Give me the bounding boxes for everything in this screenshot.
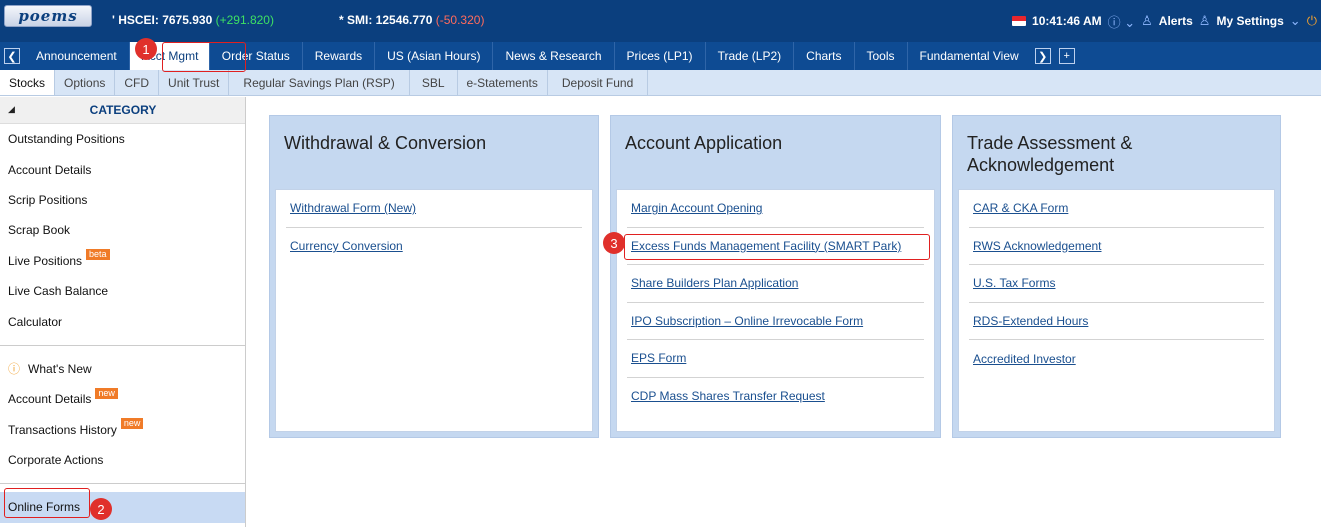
sidebar-item-label: Transactions History xyxy=(8,422,117,437)
ticker-hscei: ' HSCEI: 7675.930 (+291.820) xyxy=(112,13,274,27)
sidebar-item-account-details[interactable]: Account Details xyxy=(0,154,245,184)
ticker-change: (-50.320) xyxy=(435,13,485,27)
sidebar-item-outstanding-positions[interactable]: Outstanding Positions xyxy=(0,124,245,154)
tab-sbl[interactable]: SBL xyxy=(410,70,458,95)
tab-stocks[interactable]: Stocks xyxy=(0,70,56,95)
tab-cfd[interactable]: CFD xyxy=(115,70,160,95)
ticker-label: ' HSCEI: 7675.930 xyxy=(112,13,213,27)
step-2-marker: 2 xyxy=(90,498,112,520)
ticker-label: * SMI: 12546.770 xyxy=(339,13,433,27)
sidebar-item-scrap-book[interactable]: Scrap Book xyxy=(0,215,245,245)
singapore-flag-icon xyxy=(1012,16,1027,26)
sidebar-item-live-positions[interactable]: Live Positions beta xyxy=(0,246,245,276)
sidebar-item-scrip-positions[interactable]: Scrip Positions xyxy=(0,185,245,215)
product-sub-tabs: Stocks Options CFD Unit Trust Regular Sa… xyxy=(0,70,1321,96)
alerts-link[interactable]: Alerts xyxy=(1159,14,1193,28)
nav-announcement[interactable]: Announcement xyxy=(24,42,130,70)
link-rws-acknowledgement[interactable]: RWS Acknowledgement xyxy=(973,239,1102,253)
category-header[interactable]: ◢ CATEGORY xyxy=(0,97,245,124)
sidebar-item-transactions-history[interactable]: Transactions History new xyxy=(0,415,245,445)
link-rds-extended-hours[interactable]: RDS-Extended Hours xyxy=(973,314,1088,328)
panel-withdrawal-conversion: Withdrawal & Conversion Withdrawal Form … xyxy=(269,115,599,438)
panel-title: Withdrawal & Conversion xyxy=(284,133,487,153)
panel-title: Account Application xyxy=(625,133,783,153)
panel-trade-assessment: Trade Assessment & Acknowledgement CAR &… xyxy=(952,115,1281,438)
tab-unit-trust[interactable]: Unit Trust xyxy=(159,70,230,95)
highlight-online-forms xyxy=(4,488,90,518)
link-ipo-subscription[interactable]: IPO Subscription – Online Irrevocable Fo… xyxy=(631,314,863,328)
link-us-tax-forms[interactable]: U.S. Tax Forms xyxy=(973,276,1055,290)
tab-rsp[interactable]: Regular Savings Plan (RSP) xyxy=(229,70,410,95)
logo-text: poems xyxy=(18,7,78,25)
nav-trade-lp2[interactable]: Trade (LP2) xyxy=(706,42,795,70)
sidebar-item-account-details-new[interactable]: Account Details new xyxy=(0,384,245,414)
link-currency-conversion[interactable]: Currency Conversion xyxy=(290,239,403,253)
link-cdp-mass-transfer[interactable]: CDP Mass Shares Transfer Request xyxy=(631,389,825,403)
top-right-tools: 10:41:46 AM ⓘ ⌄ ♙ Alerts ♙ My Settings ⌄… xyxy=(1012,11,1321,31)
clock-time: 10:41:46 AM xyxy=(1032,14,1102,28)
link-share-builders-plan[interactable]: Share Builders Plan Application xyxy=(631,276,798,290)
sidebar-divider xyxy=(0,344,245,346)
sidebar-item-whats-new[interactable]: ⓘ What's New xyxy=(0,354,245,384)
link-margin-account-opening[interactable]: Margin Account Opening xyxy=(631,201,762,215)
step-3-marker: 3 xyxy=(603,232,625,254)
highlight-smart-park xyxy=(624,234,930,260)
tab-deposit-fund[interactable]: Deposit Fund xyxy=(548,70,649,95)
nav-charts[interactable]: Charts xyxy=(794,42,855,70)
panel-account-application: Account Application Margin Account Openi… xyxy=(610,115,941,438)
poems-logo[interactable]: poems xyxy=(4,5,92,27)
nav-scroll-right-icon[interactable]: ❯ xyxy=(1034,48,1051,64)
ticker-smi: * SMI: 12546.770 (-50.320) xyxy=(339,13,484,27)
bell-icon[interactable]: ♙ xyxy=(1141,13,1153,29)
nav-scroll-left-icon[interactable]: ❮ xyxy=(4,48,20,64)
panel-links: Withdrawal Form (New) Currency Conversio… xyxy=(275,189,593,432)
sidebar-item-label: What's New xyxy=(28,361,92,376)
link-accredited-investor[interactable]: Accredited Investor xyxy=(973,352,1076,366)
panel-links: CAR & CKA Form RWS Acknowledgement U.S. … xyxy=(958,189,1275,432)
sidebar-item-label: Account Details xyxy=(8,392,92,407)
new-badge: new xyxy=(120,418,144,430)
sidebar-item-live-cash-balance[interactable]: Live Cash Balance xyxy=(0,276,245,306)
tab-e-statements[interactable]: e-Statements xyxy=(458,70,548,95)
user-icon[interactable]: ♙ xyxy=(1199,13,1211,29)
info-icon: ⓘ xyxy=(8,362,21,377)
sidebar-divider xyxy=(0,483,245,485)
my-settings-menu[interactable]: My Settings xyxy=(1216,14,1283,28)
info-icon[interactable]: ⓘ ⌄ xyxy=(1108,12,1136,31)
nav-prices-lp1[interactable]: Prices (LP1) xyxy=(615,42,706,70)
sidebar-item-calculator[interactable]: Calculator xyxy=(0,306,245,336)
tab-options[interactable]: Options xyxy=(55,70,116,95)
beta-badge: beta xyxy=(86,249,110,261)
nav-fundamental-view[interactable]: Fundamental View xyxy=(908,42,1031,70)
step-1-marker: 1 xyxy=(135,38,157,60)
highlight-acct-mgmt xyxy=(162,42,246,72)
new-badge: new xyxy=(95,387,118,399)
panel-title: Trade Assessment & Acknowledgement xyxy=(967,133,1133,175)
power-icon[interactable]: ⏻ xyxy=(1307,13,1317,29)
category-sidebar: ◢ CATEGORY Outstanding Positions Account… xyxy=(0,97,246,527)
chevron-down-icon[interactable]: ⌄ xyxy=(1290,13,1301,29)
category-title: CATEGORY xyxy=(89,103,157,117)
top-ticker-bar: poems ' HSCEI: 7675.930 (+291.820) * SMI… xyxy=(0,0,1321,42)
link-eps-form[interactable]: EPS Form xyxy=(631,351,686,365)
sidebar-item-label: Live Positions xyxy=(8,253,83,268)
link-withdrawal-form[interactable]: Withdrawal Form (New) xyxy=(290,201,416,215)
nav-rewards[interactable]: Rewards xyxy=(303,42,376,70)
sidebar-item-corporate-actions[interactable]: Corporate Actions xyxy=(0,445,245,475)
nav-tools[interactable]: Tools xyxy=(855,42,908,70)
panel-links: Margin Account Opening Excess Funds Mana… xyxy=(616,189,935,432)
nav-news-research[interactable]: News & Research xyxy=(493,42,615,70)
ticker-change: (+291.820) xyxy=(215,13,274,27)
link-car-cka-form[interactable]: CAR & CKA Form xyxy=(973,201,1068,215)
add-tab-icon[interactable]: + xyxy=(1058,48,1075,64)
nav-us-asian-hours[interactable]: US (Asian Hours) xyxy=(375,42,494,70)
